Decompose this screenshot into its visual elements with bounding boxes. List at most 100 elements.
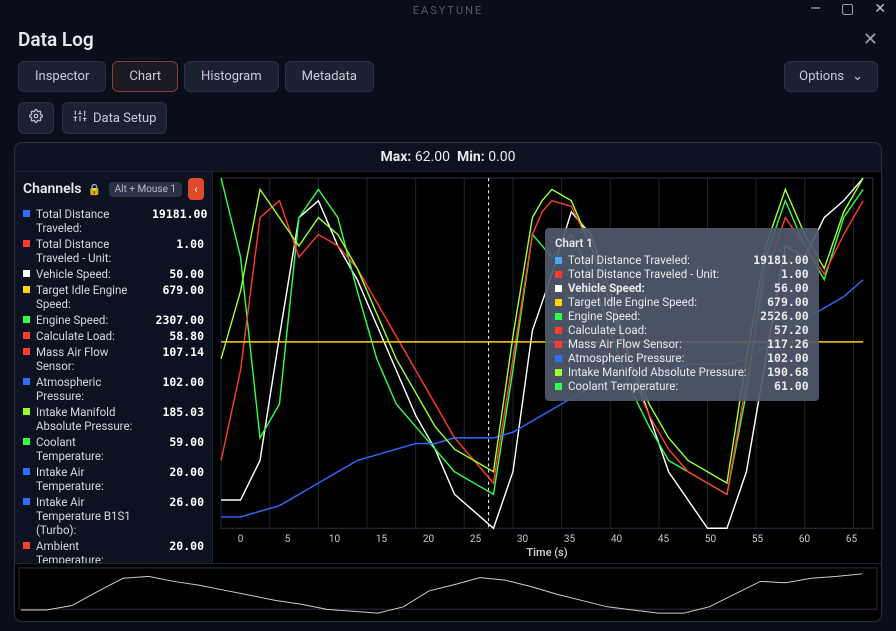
x-tick: 40 [593, 534, 640, 545]
settings-button[interactable] [18, 102, 54, 134]
channel-row[interactable]: Vehicle Speed: 50.00 [23, 266, 204, 282]
channel-value: 2307.00 [152, 313, 204, 327]
gear-icon [29, 109, 43, 127]
channel-row[interactable]: Total Distance Traveled - Unit: 1.00 [23, 236, 204, 266]
channel-value: 58.80 [152, 329, 204, 343]
tooltip-row: Engine Speed: 2526.00 [555, 309, 809, 323]
channel-value: 20.00 [152, 465, 204, 479]
data-setup-label: Data Setup [93, 111, 156, 126]
channel-value: 19181.00 [152, 207, 204, 221]
channel-label: Total Distance Traveled: [36, 207, 146, 235]
channel-swatch [23, 240, 30, 247]
channel-swatch [23, 468, 30, 475]
tooltip-label: Target Idle Engine Speed: [568, 295, 747, 309]
window-close[interactable]: ✕ [874, 2, 888, 16]
chart-area[interactable]: 05101520253035404550556065 Time (s) Char… [213, 172, 881, 563]
tooltip-swatch [555, 327, 562, 334]
channel-label: Intake Manifold Absolute Pressure: [36, 405, 146, 433]
tooltip-label: Intake Manifold Absolute Pressure: [568, 365, 747, 379]
tab-chart[interactable]: Chart [112, 61, 178, 92]
channel-row[interactable]: Intake Manifold Absolute Pressure: 185.0… [23, 404, 204, 434]
window-maximize[interactable]: ▢ [841, 2, 856, 16]
close-icon[interactable]: ✕ [863, 29, 878, 50]
channel-swatch [23, 270, 30, 277]
tooltip-swatch [555, 383, 562, 390]
x-tick: 30 [499, 534, 546, 545]
tooltip-label: Engine Speed: [568, 309, 747, 323]
channel-swatch [23, 438, 30, 445]
x-tick: 5 [264, 534, 311, 545]
tooltip-value: 61.00 [753, 379, 809, 393]
tooltip-value: 57.20 [753, 323, 809, 337]
channel-row[interactable]: Intake Air Temperature B1S1 (Turbo): 26.… [23, 494, 204, 538]
tooltip-row: Total Distance Traveled: 19181.00 [555, 253, 809, 267]
x-tick: 65 [828, 534, 875, 545]
channel-swatch [23, 408, 30, 415]
options-label: Options [799, 69, 844, 84]
tooltip-label: Total Distance Traveled: [568, 253, 747, 267]
channels-title: Channels [23, 181, 82, 197]
channel-value: 1.00 [152, 237, 204, 251]
x-tick: 55 [734, 534, 781, 545]
tab-inspector[interactable]: Inspector [18, 61, 106, 92]
stats-bar: Max: 62.00 Min: 0.00 [15, 143, 881, 172]
x-tick: 60 [781, 534, 828, 545]
collapse-sidebar-button[interactable]: ‹ [188, 178, 204, 200]
tab-histogram[interactable]: Histogram [184, 61, 279, 92]
x-tick: 20 [405, 534, 452, 545]
tooltip-swatch [555, 369, 562, 376]
data-setup-button[interactable]: Data Setup [62, 102, 167, 134]
tooltip-value: 19181.00 [753, 253, 809, 267]
hint-badge: Alt + Mouse 1 [109, 182, 182, 197]
tooltip-row: Target Idle Engine Speed: 679.00 [555, 295, 809, 309]
x-tick: 25 [452, 534, 499, 545]
channel-value: 185.03 [152, 405, 204, 419]
overview-strip[interactable] [15, 563, 881, 621]
tooltip-row: Vehicle Speed: 56.00 [555, 281, 809, 295]
channel-label: Intake Air Temperature B1S1 (Turbo): [36, 495, 146, 537]
x-tick: 50 [687, 534, 734, 545]
channel-row[interactable]: Target Idle Engine Speed: 679.00 [23, 282, 204, 312]
tooltip-row: Coolant Temperature: 61.00 [555, 379, 809, 393]
channel-label: Vehicle Speed: [36, 267, 146, 281]
channel-row[interactable]: Mass Air Flow Sensor: 107.14 [23, 344, 204, 374]
tooltip-label: Coolant Temperature: [568, 379, 747, 393]
channel-row[interactable]: Coolant Temperature: 59.00 [23, 434, 204, 464]
options-button[interactable]: Options ⌄ [784, 61, 878, 92]
channel-value: 679.00 [152, 283, 204, 297]
channel-label: Ambient Temperature: [36, 539, 146, 563]
tooltip-swatch [555, 355, 562, 362]
tooltip-swatch [555, 299, 562, 306]
channel-swatch [23, 348, 30, 355]
overview-canvas[interactable] [15, 564, 881, 621]
channel-swatch [23, 316, 30, 323]
tooltip-value: 56.00 [753, 281, 809, 295]
channel-swatch [23, 542, 30, 549]
channel-row[interactable]: Calculate Load: 58.80 [23, 328, 204, 344]
tooltip-label: Calculate Load: [568, 323, 747, 337]
channel-label: Mass Air Flow Sensor: [36, 345, 146, 373]
x-tick: 35 [546, 534, 593, 545]
x-axis-label: Time (s) [213, 546, 881, 559]
x-tick: 0 [217, 534, 264, 545]
tooltip-value: 2526.00 [753, 309, 809, 323]
channel-label: Calculate Load: [36, 329, 146, 343]
tooltip-label: Atmospheric Pressure: [568, 351, 747, 365]
app-name: EASYTUNE [413, 4, 483, 17]
channel-swatch [23, 378, 30, 385]
tooltip-row: Intake Manifold Absolute Pressure: 190.6… [555, 365, 809, 379]
channel-row[interactable]: Atmospheric Pressure: 102.00 [23, 374, 204, 404]
channel-row[interactable]: Intake Air Temperature: 20.00 [23, 464, 204, 494]
tooltip-swatch [555, 257, 562, 264]
channel-row[interactable]: Total Distance Traveled: 19181.00 [23, 206, 204, 236]
channel-label: Coolant Temperature: [36, 435, 146, 463]
channel-label: Total Distance Traveled - Unit: [36, 237, 146, 265]
tab-metadata[interactable]: Metadata [285, 61, 374, 92]
page-title: Data Log [18, 28, 94, 51]
channel-row[interactable]: Ambient Temperature: 20.00 [23, 538, 204, 563]
channel-row[interactable]: Engine Speed: 2307.00 [23, 312, 204, 328]
tooltip-value: 102.00 [753, 351, 809, 365]
window-minimize[interactable]: — [810, 2, 823, 16]
channel-value: 107.14 [152, 345, 204, 359]
lock-icon[interactable]: 🔒 [88, 183, 102, 196]
